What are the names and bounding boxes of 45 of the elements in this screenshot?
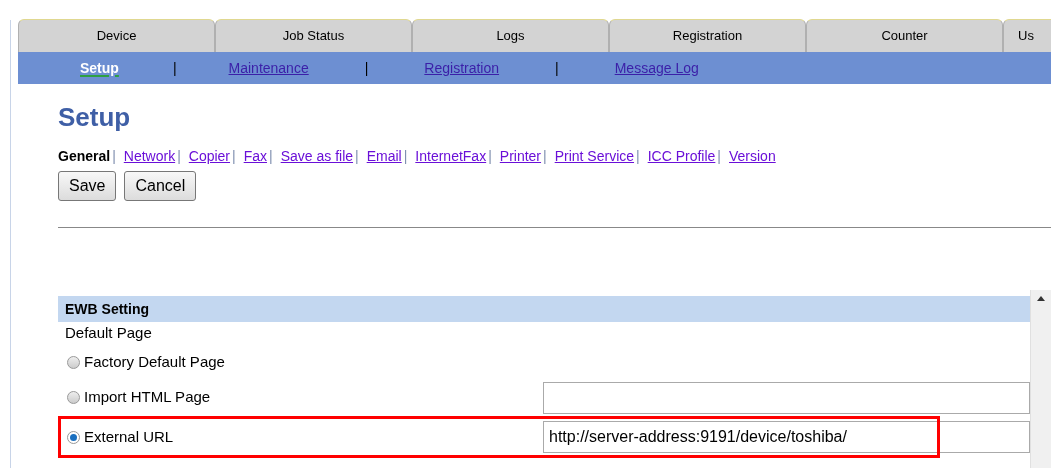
separator: | [555, 58, 559, 78]
text-field[interactable] [543, 381, 1030, 414]
option-label: External URL [84, 426, 174, 447]
tab[interactable]: Job Status [215, 19, 412, 52]
radio-button[interactable] [67, 430, 80, 444]
section-link[interactable]: Copier [188, 145, 231, 167]
separator: | [636, 146, 640, 166]
section-link[interactable]: Email [366, 145, 402, 167]
field-label: Default Page [65, 323, 152, 344]
scroll-up-icon[interactable] [1037, 296, 1045, 301]
separator: | [232, 146, 236, 166]
section-link[interactable]: ICC Profile [647, 145, 716, 167]
section-link[interactable]: Fax [243, 145, 267, 167]
option-label: Factory Default Page [84, 352, 225, 373]
option-label: Import HTML Page [84, 387, 211, 408]
separator: | [269, 146, 273, 166]
radio-button[interactable] [67, 356, 80, 369]
separator: | [403, 146, 408, 166]
section-link[interactable]: Save as file [280, 145, 354, 167]
section-header: EWB Setting [58, 296, 1030, 322]
page-title: Setup [58, 104, 131, 130]
separator: | [364, 58, 369, 78]
separator: | [172, 58, 177, 78]
separator: | [177, 146, 181, 166]
radio-button[interactable] [67, 391, 80, 404]
form-button[interactable]: Cancel [124, 171, 197, 201]
text-field[interactable]: http://server-address:9191/device/toshiba/ [543, 421, 1030, 453]
tab[interactable]: Logs [412, 19, 609, 52]
separator: | [543, 146, 547, 166]
form-button[interactable]: Save [58, 171, 117, 201]
section-link[interactable]: Version [729, 145, 776, 167]
section-link[interactable]: Network [123, 145, 176, 167]
separator: | [488, 146, 492, 166]
section-link[interactable]: Printer [499, 145, 542, 167]
section-link[interactable]: Print Service [554, 145, 635, 167]
tab[interactable]: Device [18, 19, 215, 52]
current-section-link[interactable]: General [58, 145, 111, 167]
scrollbar[interactable] [1030, 290, 1051, 468]
separator: | [717, 146, 721, 166]
tab[interactable]: Counter [806, 19, 1003, 52]
separator: | [112, 146, 116, 166]
section-link[interactable]: InternetFax [415, 145, 487, 167]
tab[interactable]: Us [1003, 19, 1051, 52]
tab[interactable]: Registration [609, 19, 806, 52]
separator: | [355, 146, 359, 166]
